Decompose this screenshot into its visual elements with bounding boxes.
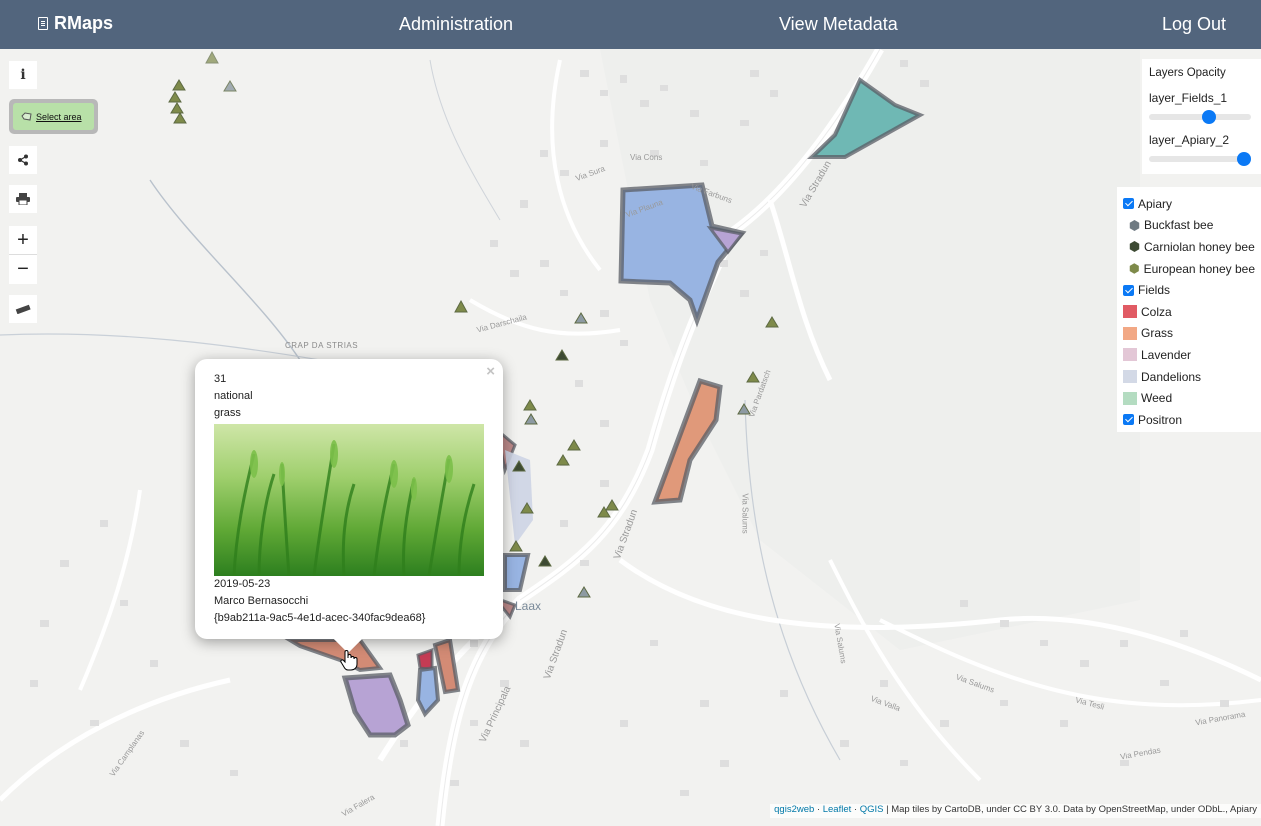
- popup-date: 2019-05-23: [214, 578, 271, 590]
- map-label-via-salums-2: Via Salums: [740, 493, 750, 534]
- polygon-icon: [21, 112, 32, 121]
- navbar: RMaps Administration View Metadata Log O…: [0, 0, 1261, 49]
- legend-dandelions-label: Dandelions: [1141, 369, 1202, 384]
- legend-dandelions: Dandelions: [1123, 366, 1255, 388]
- legend-weed-label: Weed: [1141, 391, 1173, 406]
- opacity-label-apiary: layer_Apiary_2: [1149, 133, 1230, 147]
- opacity-label-fields: layer_Fields_1: [1149, 91, 1228, 105]
- layer-fields-label: Fields: [1138, 283, 1171, 298]
- legend-european-label: European honey bee: [1143, 261, 1255, 276]
- swatch-dandelions: [1123, 370, 1137, 384]
- close-icon[interactable]: ×: [486, 363, 495, 380]
- opacity-title: Layers Opacity: [1149, 67, 1226, 79]
- swatch-colza: [1123, 305, 1137, 319]
- opacity-slider-fields[interactable]: [1149, 110, 1251, 124]
- legend-grass: Grass: [1123, 323, 1255, 345]
- legend-buckfast: Buckfast bee: [1123, 215, 1255, 237]
- checkbox-fields[interactable]: [1123, 284, 1134, 296]
- zoom-in-button[interactable]: +: [9, 226, 37, 255]
- layers-opacity-panel: Layers Opacity layer_Fields_1 layer_Apia…: [1142, 59, 1261, 174]
- share-icon: [18, 154, 28, 166]
- map-label-crap-da-strias: CRAP DA STRIAS: [285, 341, 359, 350]
- hexagon-icon: [1129, 241, 1140, 253]
- share-button[interactable]: [9, 146, 37, 174]
- hexagon-icon: [1129, 263, 1139, 274]
- legend-grass-label: Grass: [1141, 326, 1174, 341]
- field-photo: [214, 424, 484, 576]
- popup-author: Marco Bernasocchi: [214, 595, 309, 607]
- popup-id: 31: [214, 373, 227, 385]
- legend-lavender-label: Lavender: [1141, 347, 1192, 362]
- layer-apiary[interactable]: Apiary: [1123, 193, 1255, 215]
- ruler-icon: [15, 304, 31, 314]
- document-icon: [38, 17, 48, 30]
- legend-buckfast-label: Buckfast bee: [1144, 218, 1214, 233]
- legend-european: European honey bee: [1123, 258, 1255, 280]
- map[interactable]: CRAP DA STRIAS Laax Via Stradun Via Stra…: [0, 49, 1261, 826]
- legend-carniolan: Carniolan honey bee: [1123, 236, 1255, 258]
- zoom-control: + −: [9, 226, 37, 284]
- layer-fields[interactable]: Fields: [1123, 279, 1255, 301]
- brand[interactable]: RMaps: [38, 13, 113, 34]
- legend-carniolan-label: Carniolan honey bee: [1144, 239, 1255, 254]
- brand-label: RMaps: [54, 13, 114, 33]
- print-icon: [16, 193, 30, 205]
- link-leaflet[interactable]: Leaflet: [823, 804, 852, 815]
- map-label-via-cons: Via Cons: [630, 153, 663, 162]
- map-label-laax: Laax: [515, 599, 542, 613]
- link-qgis[interactable]: QGIS: [860, 804, 884, 815]
- legend-weed: Weed: [1123, 387, 1255, 409]
- zoom-out-button[interactable]: −: [9, 255, 37, 284]
- opacity-slider-apiary[interactable]: [1149, 152, 1251, 166]
- hand-cursor-icon: [340, 650, 358, 671]
- layer-control-panel: Apiary Buckfast bee Carniolan honey bee …: [1117, 187, 1261, 432]
- feature-popup: × 31 national grass 2019-05-23 Marco Ber…: [195, 359, 503, 654]
- attribution-text: | Map tiles by CartoDB, under CC BY 3.0.…: [883, 804, 1257, 815]
- nav-log-out[interactable]: Log Out: [1162, 14, 1226, 35]
- measure-button[interactable]: [9, 295, 37, 323]
- layer-positron-label: Positron: [1138, 412, 1183, 427]
- nav-administration[interactable]: Administration: [399, 14, 513, 35]
- checkbox-positron[interactable]: [1123, 414, 1134, 426]
- popup-crop: grass: [214, 407, 241, 419]
- swatch-weed: [1123, 391, 1137, 405]
- swatch-lavender: [1123, 348, 1137, 362]
- checkbox-apiary[interactable]: [1123, 198, 1134, 210]
- info-button[interactable]: i: [9, 61, 37, 89]
- print-button[interactable]: [9, 185, 37, 213]
- layer-positron[interactable]: Positron: [1123, 409, 1255, 431]
- link-qgis2web[interactable]: qgis2web: [774, 804, 814, 815]
- slider-thumb[interactable]: [1237, 152, 1251, 166]
- popup-type: national: [214, 390, 253, 402]
- select-area-label: Select area: [36, 111, 82, 122]
- slider-thumb[interactable]: [1201, 110, 1216, 124]
- map-basemap: [0, 49, 1261, 826]
- swatch-grass: [1123, 326, 1137, 340]
- opacity-row-fields: layer_Fields_1: [1149, 91, 1254, 124]
- info-icon: i: [20, 67, 26, 83]
- legend-colza-label: Colza: [1141, 304, 1172, 319]
- legend-colza: Colza: [1123, 301, 1255, 323]
- hexagon-icon: [1129, 219, 1140, 231]
- opacity-row-apiary: layer_Apiary_2: [1149, 133, 1254, 166]
- map-attribution: qgis2web · Leaflet · QGIS | Map tiles by…: [770, 804, 1261, 818]
- select-area-button[interactable]: Select area: [9, 99, 98, 134]
- legend-lavender: Lavender: [1123, 344, 1255, 366]
- nav-view-metadata[interactable]: View Metadata: [779, 14, 898, 35]
- layer-apiary-label: Apiary: [1138, 196, 1173, 211]
